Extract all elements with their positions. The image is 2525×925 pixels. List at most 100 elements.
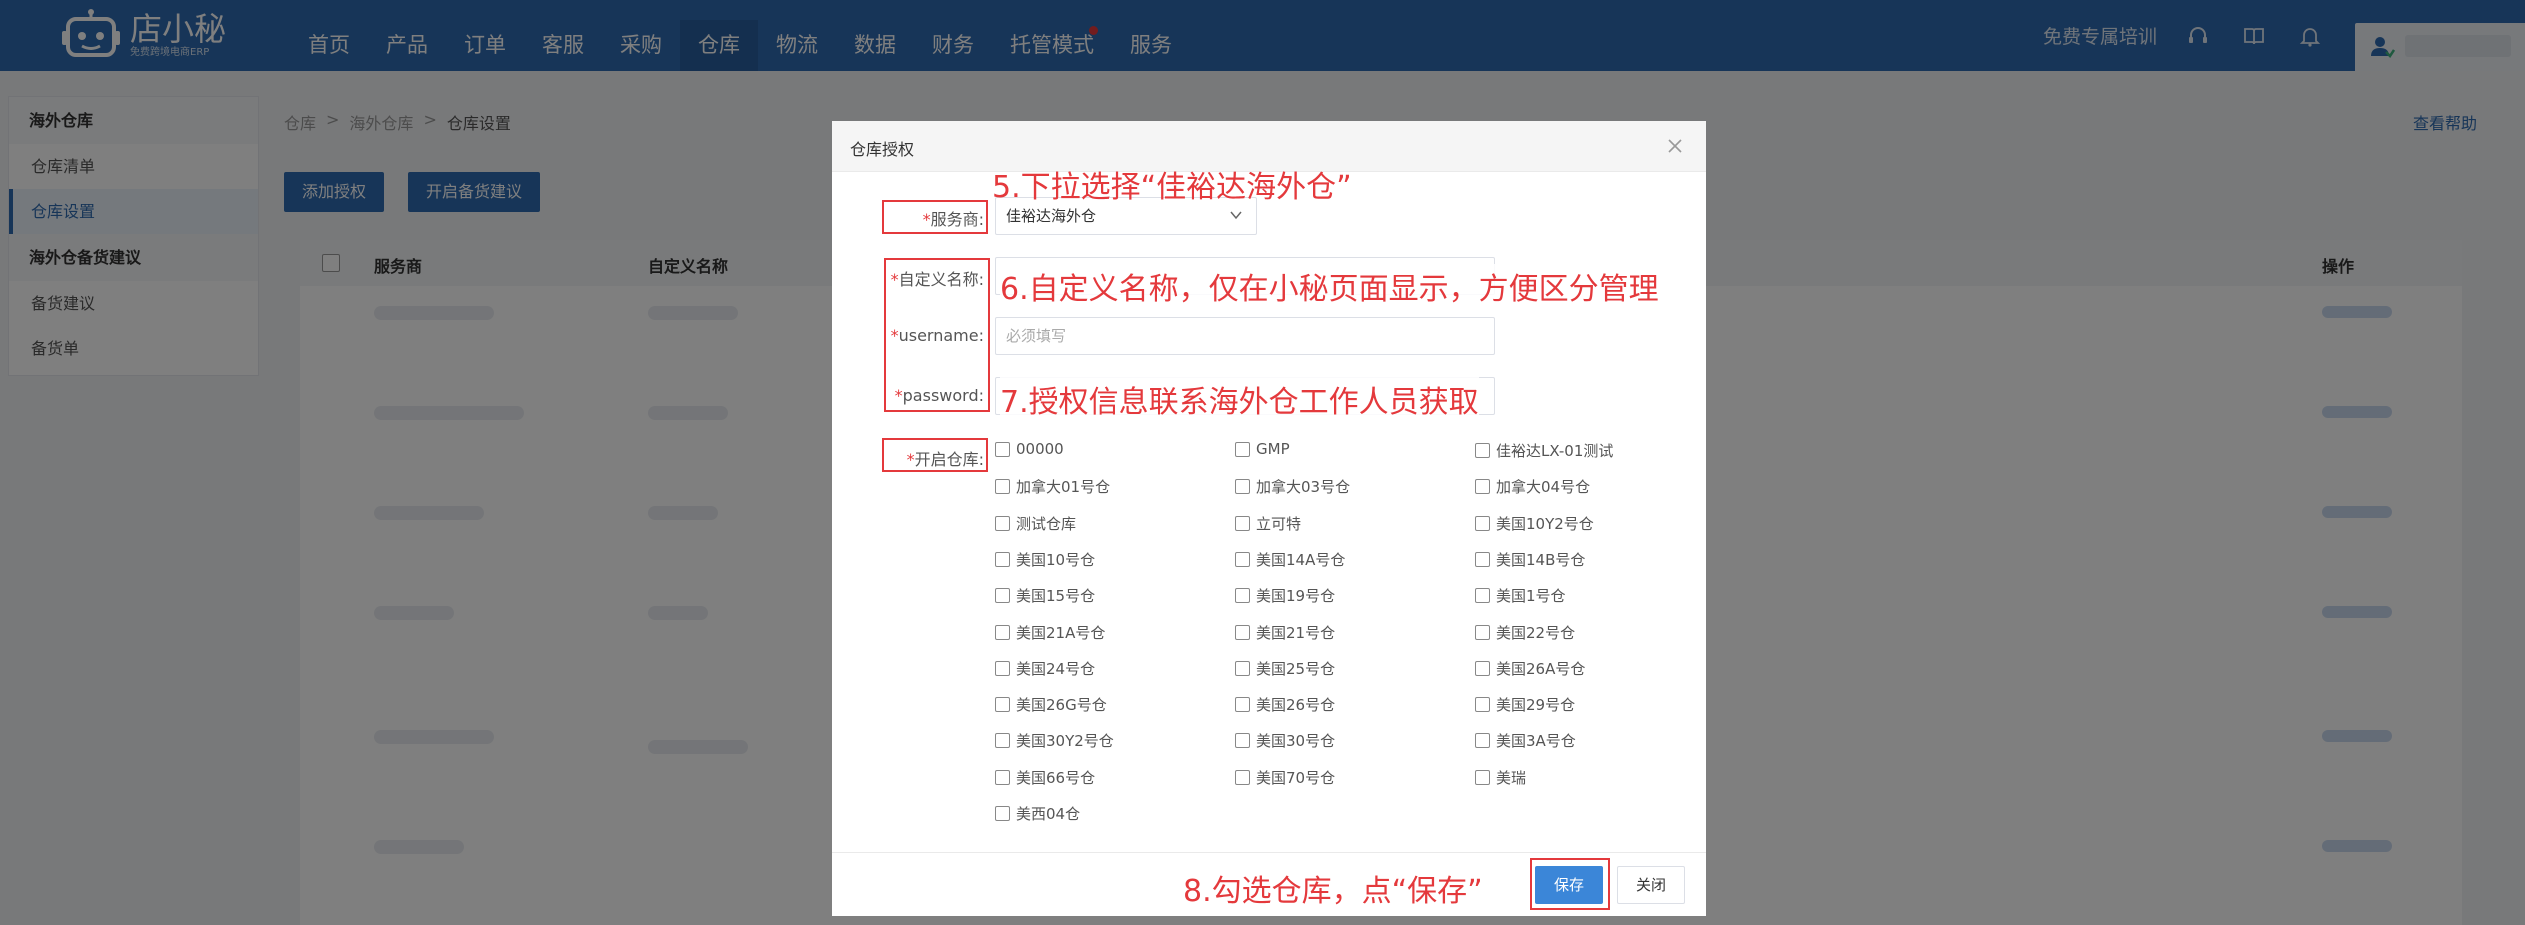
- warehouse-checkbox[interactable]: 美瑞: [1475, 767, 1526, 788]
- warehouse-checkbox-label: 加拿大03号仓: [1256, 478, 1351, 497]
- annotation-box-warehouses: [882, 438, 988, 472]
- warehouse-checkbox-label: 美国10Y2号仓: [1496, 514, 1594, 533]
- warehouse-checkbox-label: 美国14B号仓: [1496, 550, 1586, 569]
- warehouse-checkbox[interactable]: 加拿大04号仓: [1475, 476, 1590, 497]
- warehouse-checkbox-label: 美国19号仓: [1256, 587, 1336, 606]
- checkbox-box[interactable]: [1475, 479, 1490, 495]
- checkbox-box[interactable]: [995, 551, 1010, 567]
- warehouse-checkbox[interactable]: 美国10Y2号仓: [1475, 513, 1594, 534]
- warehouse-checkbox-label: 美国25号仓: [1256, 659, 1336, 678]
- warehouse-checkbox[interactable]: 美国26A号仓: [1475, 658, 1585, 679]
- checkbox-box[interactable]: [1475, 697, 1490, 713]
- warehouse-checkbox-label: 美国1号仓: [1496, 587, 1566, 606]
- warehouse-checkbox[interactable]: 美国25号仓: [1235, 658, 1335, 679]
- warehouse-checkbox[interactable]: 美国30号仓: [1235, 730, 1335, 751]
- checkbox-box[interactable]: [995, 697, 1010, 713]
- warehouse-checkbox-label: 立可特: [1256, 514, 1302, 533]
- annotation-step6: 6.自定义名称，仅在小秘页面显示，方便区分管理: [1000, 264, 1659, 308]
- warehouse-checkbox[interactable]: 美国15号仓: [995, 585, 1095, 606]
- chevron-down-icon: [1230, 211, 1242, 220]
- checkbox-box[interactable]: [1475, 588, 1490, 604]
- warehouse-checkbox[interactable]: 测试仓库: [995, 513, 1076, 534]
- warehouse-checkbox[interactable]: 美西04仓: [995, 803, 1080, 824]
- warehouse-checkbox-label: 美国30Y2号仓: [1016, 732, 1114, 751]
- warehouse-checkbox[interactable]: 加拿大03号仓: [1235, 476, 1350, 497]
- checkbox-box[interactable]: [1475, 624, 1490, 640]
- warehouse-checkbox-label: 美国26G号仓: [1016, 696, 1107, 715]
- warehouse-checkbox[interactable]: 美国29号仓: [1475, 694, 1575, 715]
- warehouse-checkbox-label: 美国3A号仓: [1496, 732, 1576, 751]
- checkbox-box[interactable]: [1235, 733, 1250, 749]
- warehouse-checkbox[interactable]: 美国26G号仓: [995, 694, 1107, 715]
- annotation-box-save: [1530, 858, 1610, 910]
- warehouse-checkbox[interactable]: 美国22号仓: [1475, 622, 1575, 643]
- warehouse-checkbox[interactable]: 美国10号仓: [995, 549, 1095, 570]
- warehouse-checkbox-label: 美国22号仓: [1496, 623, 1576, 642]
- username-input[interactable]: 必须填写: [995, 317, 1495, 355]
- warehouse-checkbox[interactable]: 美国30Y2号仓: [995, 730, 1114, 751]
- provider-select-value: 佳裕达海外仓: [1006, 207, 1097, 225]
- checkbox-box[interactable]: [1235, 515, 1250, 531]
- checkbox-box[interactable]: [1235, 624, 1250, 640]
- warehouse-checkbox[interactable]: 美国3A号仓: [1475, 730, 1576, 751]
- checkbox-box[interactable]: [995, 806, 1010, 821]
- warehouse-checkbox[interactable]: 佳裕达LX-01测试: [1475, 440, 1613, 461]
- checkbox-box[interactable]: [1475, 515, 1490, 531]
- warehouse-checkbox-label: 美国70号仓: [1256, 768, 1336, 787]
- warehouse-checkbox-label: 美国24号仓: [1016, 659, 1096, 678]
- warehouse-checkbox[interactable]: 美国26号仓: [1235, 694, 1335, 715]
- warehouse-checkbox-label: 美国29号仓: [1496, 696, 1576, 715]
- warehouse-checkbox[interactable]: 美国21号仓: [1235, 622, 1335, 643]
- checkbox-box[interactable]: [1475, 733, 1490, 749]
- warehouse-checkbox[interactable]: 立可特: [1235, 513, 1301, 534]
- checkbox-box[interactable]: [995, 624, 1010, 640]
- checkbox-box[interactable]: [995, 515, 1010, 531]
- warehouse-checkbox[interactable]: 美国14A号仓: [1235, 549, 1345, 570]
- warehouse-checkbox-label: 美国21A号仓: [1016, 623, 1106, 642]
- checkbox-box[interactable]: [1235, 551, 1250, 567]
- checkbox-box[interactable]: [1235, 588, 1250, 604]
- annotation-step8: 8.勾选仓库，点“保存”: [1183, 874, 1483, 909]
- warehouse-checkbox-label: 美国30号仓: [1256, 732, 1336, 751]
- checkbox-box[interactable]: [995, 660, 1010, 676]
- warehouse-checkbox[interactable]: 美国24号仓: [995, 658, 1095, 679]
- checkbox-box[interactable]: [995, 588, 1010, 604]
- annotation-box-provider: [882, 200, 988, 234]
- checkbox-box[interactable]: [1235, 769, 1250, 785]
- close-button[interactable]: 关闭: [1617, 866, 1685, 904]
- username-placeholder: 必须填写: [1006, 327, 1067, 345]
- warehouse-checkbox[interactable]: 美国66号仓: [995, 767, 1095, 788]
- warehouse-checkbox[interactable]: 美国1号仓: [1475, 585, 1566, 606]
- warehouse-checkbox-label: 00000: [1016, 440, 1064, 458]
- warehouse-checkbox[interactable]: 美国19号仓: [1235, 585, 1335, 606]
- checkbox-box[interactable]: [1235, 479, 1250, 495]
- checkbox-box[interactable]: [1235, 660, 1250, 676]
- warehouse-checkbox-label: 加拿大01号仓: [1016, 478, 1111, 497]
- warehouse-checkbox[interactable]: 美国70号仓: [1235, 767, 1335, 788]
- annotation-step5: 5.下拉选择“佳裕达海外仓”: [992, 170, 1352, 205]
- checkbox-box[interactable]: [995, 479, 1010, 495]
- warehouse-checkbox[interactable]: 加拿大01号仓: [995, 476, 1110, 497]
- checkbox-box[interactable]: [995, 733, 1010, 749]
- warehouse-checkbox[interactable]: 美国21A号仓: [995, 622, 1105, 643]
- checkbox-box[interactable]: [1475, 551, 1490, 567]
- checkbox-box[interactable]: [1475, 660, 1490, 676]
- modal-title: 仓库授权: [850, 140, 915, 159]
- annotation-step7: 7.授权信息联系海外仓工作人员获取: [1000, 377, 1479, 421]
- checkbox-box[interactable]: [995, 441, 1010, 457]
- warehouse-checkbox[interactable]: 00000: [995, 440, 1064, 458]
- warehouse-checkbox-label: 美瑞: [1496, 768, 1527, 787]
- checkbox-box[interactable]: [1235, 697, 1250, 713]
- warehouse-checkbox[interactable]: 美国14B号仓: [1475, 549, 1585, 570]
- checkbox-box[interactable]: [1475, 769, 1490, 785]
- close-icon[interactable]: [1664, 135, 1686, 157]
- checkbox-box[interactable]: [1235, 441, 1250, 457]
- warehouse-checkbox-label: 测试仓库: [1016, 514, 1077, 533]
- checkbox-box[interactable]: [1475, 443, 1490, 458]
- warehouse-checkbox[interactable]: GMP: [1235, 440, 1290, 458]
- warehouse-checkbox-label: 美国21号仓: [1256, 623, 1336, 642]
- warehouse-checkbox-label: 美国26A号仓: [1496, 659, 1586, 678]
- checkbox-box[interactable]: [995, 769, 1010, 785]
- warehouse-checkbox-label: 美国15号仓: [1016, 587, 1096, 606]
- warehouse-checkbox-label: 美国66号仓: [1016, 768, 1096, 787]
